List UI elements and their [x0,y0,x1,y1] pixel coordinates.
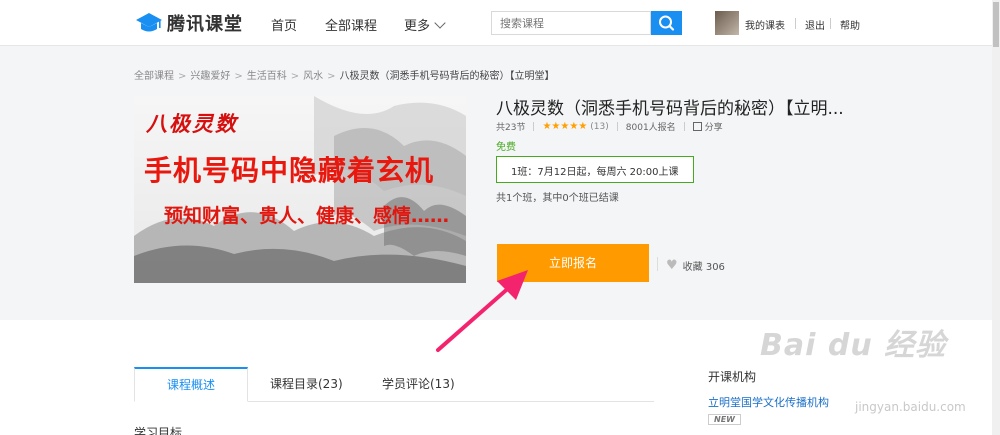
enroll-button[interactable]: 立即报名 [497,244,649,282]
top-navigation-bar: 腾讯课堂 首页 全部课程 更多 我的课表 退出 帮助 [0,0,992,46]
nav-more[interactable]: 更多 [404,15,446,34]
logout-link[interactable]: 退出 [805,17,825,32]
scrollbar-thumb[interactable] [993,2,999,47]
logo-text: 腾讯课堂 [167,14,243,35]
divider [533,122,535,131]
rating-count[interactable]: (13) [590,122,608,132]
watermark-url: jingyan.baidu.com [855,400,966,414]
enrolled-count: 8001人报名 [625,123,676,133]
breadcrumb-item[interactable]: 生活百科 [247,71,287,82]
share-button[interactable]: 分享 [692,120,723,133]
organization-label: 开课机构 [708,370,757,384]
section-title: 学习目标 [134,426,183,435]
my-schedule-link[interactable]: 我的课表 [745,17,785,32]
tab-reviews[interactable]: 学员评论(13) [382,367,455,402]
breadcrumb-current: 八极灵数（洞悉手机号码背后的秘密）【立明堂】 [339,71,555,82]
breadcrumb-item[interactable]: 风水 [303,71,323,82]
tencent-classroom-logo[interactable]: 腾讯课堂 [135,10,243,36]
divider [616,122,618,131]
course-meta: 共23节 ★★★★★ (13) 8001人报名 分享 [496,120,723,133]
avatar[interactable] [715,11,739,35]
class-note: 共1个班，其中0个班已结课 [496,193,619,204]
share-label: 分享 [704,123,723,133]
course-cover-image[interactable]: 八极灵数 手机号码中隐藏着玄机 预知财富、贵人、健康、感情…… [134,96,466,283]
chevron-down-icon [434,16,446,29]
breadcrumb-separator: > [234,71,243,82]
divider [683,122,685,131]
price-label: 免费 [496,142,516,153]
organization-name-link[interactable]: 立明堂国学文化传播机构 [708,394,829,410]
graduation-cap-icon [135,11,163,35]
cover-headline: 手机号码中隐藏着玄机 [144,154,435,187]
breadcrumb-item[interactable]: 全部课程 [134,71,174,82]
tab-overview[interactable]: 课程概述 [134,367,248,402]
cover-subline: 预知财富、贵人、健康、感情…… [164,205,450,227]
divider [795,18,796,29]
watermark-logo: Bai du 经验 [760,328,947,363]
search-icon [659,15,675,31]
lesson-count: 共23节 [496,123,526,133]
help-link[interactable]: 帮助 [840,17,860,32]
divider [657,257,658,271]
heart-icon: ♥ [666,258,678,273]
divider [830,18,831,29]
breadcrumb: 全部课程 > 兴趣爱好 > 生活百科 > 风水 > 八极灵数（洞悉手机号码背后的秘密）【立明堂】 [134,67,555,82]
new-badge: NEW [708,414,741,425]
course-title: 八极灵数（洞悉手机号码背后的秘密）【立明... [496,99,844,119]
page-scrollbar[interactable] [992,0,1000,435]
course-tabs: 课程概述 课程目录(23) 学员评论(13) [134,367,654,402]
class-schedule-option[interactable]: 1班：7月12日起，每周六 20:00上课 [496,156,694,183]
nav-more-label: 更多 [404,19,431,34]
search-input[interactable] [491,11,651,35]
cover-heading: 八极灵数 [146,111,238,136]
search-button[interactable] [651,11,682,35]
nav-all-courses[interactable]: 全部课程 [325,15,377,34]
breadcrumb-item[interactable]: 兴趣爱好 [190,71,230,82]
breadcrumb-separator: > [290,71,300,82]
rating-stars-icon: ★★★★★ [542,121,588,132]
share-icon [692,122,702,131]
favorite-button[interactable]: ♥ 收藏 306 [666,258,725,273]
favorite-count: 收藏 306 [682,262,725,273]
nav-home[interactable]: 首页 [271,15,297,34]
breadcrumb-separator: > [178,71,187,82]
tab-catalog[interactable]: 课程目录(23) [270,367,343,402]
breadcrumb-separator: > [327,71,336,82]
